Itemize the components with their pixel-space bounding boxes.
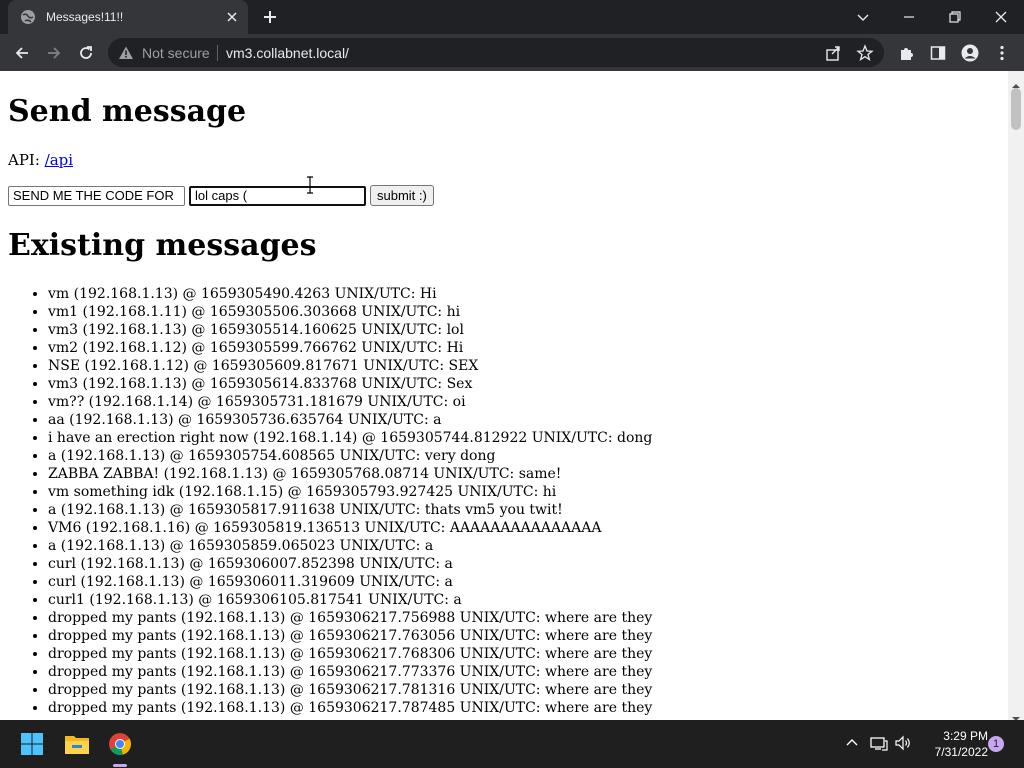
browser-toolbar: Not secure vm3.collabnet.local/ bbox=[0, 34, 1024, 71]
scrollbar-thumb[interactable] bbox=[1011, 88, 1021, 130]
network-icon[interactable] bbox=[870, 734, 888, 752]
address-bar[interactable]: Not secure vm3.collabnet.local/ bbox=[108, 38, 884, 67]
browser-tab[interactable]: Messages!11!! bbox=[8, 0, 248, 34]
security-label[interactable]: Not secure bbox=[142, 45, 210, 61]
list-item: dropped my pants (192.168.1.13) @ 165930… bbox=[48, 627, 652, 645]
globe-icon bbox=[20, 9, 36, 25]
list-item: curl1 (192.168.1.13) @ 1659306105.817541… bbox=[48, 591, 652, 609]
scroll-down-icon[interactable] bbox=[1012, 708, 1020, 721]
chevron-down-icon[interactable] bbox=[854, 8, 872, 26]
message-input[interactable] bbox=[189, 185, 366, 206]
page-viewport: Send message API: /api submit :) Existin… bbox=[0, 71, 1008, 720]
notification-badge[interactable]: 1 bbox=[988, 736, 1004, 752]
list-item: a (192.168.1.13) @ 1659305817.911638 UNI… bbox=[48, 501, 652, 519]
plus-icon[interactable] bbox=[262, 9, 278, 25]
vertical-scrollbar[interactable] bbox=[1008, 71, 1024, 721]
omnibox-divider bbox=[217, 45, 218, 61]
list-item: vm (192.168.1.13) @ 1659305490.4263 UNIX… bbox=[48, 285, 652, 303]
close-icon[interactable] bbox=[224, 9, 240, 25]
list-item: vm1 (192.168.1.11) @ 1659305506.303668 U… bbox=[48, 303, 652, 321]
list-item: curl (192.168.1.13) @ 1659306007.852398 … bbox=[48, 555, 652, 573]
list-item: ZABBA ZABBA! (192.168.1.13) @ 1659305768… bbox=[48, 465, 652, 483]
extensions-icon[interactable] bbox=[896, 43, 916, 63]
clock-time: 3:29 PM bbox=[943, 729, 988, 743]
message-list: vm (192.168.1.13) @ 1659305490.4263 UNIX… bbox=[8, 285, 652, 717]
url-text[interactable]: vm3.collabnet.local/ bbox=[226, 45, 349, 61]
system-clock[interactable]: 3:29 PM 7/31/2022 bbox=[918, 728, 988, 760]
submit-button[interactable]: submit :) bbox=[370, 185, 434, 206]
list-item: aa (192.168.1.13) @ 1659305736.635764 UN… bbox=[48, 411, 652, 429]
restore-icon[interactable] bbox=[946, 8, 964, 26]
browser-title-bar: Messages!11!! bbox=[0, 0, 1024, 34]
list-item: curl (192.168.1.13) @ 1659306011.319609 … bbox=[48, 573, 652, 591]
windows-start-icon[interactable] bbox=[16, 728, 48, 760]
send-form: submit :) bbox=[8, 185, 434, 206]
list-item: i have an erection right now (192.168.1.… bbox=[48, 429, 652, 447]
list-item: vm3 (192.168.1.13) @ 1659305614.833768 U… bbox=[48, 375, 652, 393]
list-item: dropped my pants (192.168.1.13) @ 165930… bbox=[48, 645, 652, 663]
send-message-heading: Send message bbox=[8, 94, 247, 129]
list-item: a (192.168.1.13) @ 1659305859.065023 UNI… bbox=[48, 537, 652, 555]
clock-date: 7/31/2022 bbox=[934, 745, 988, 759]
text-cursor-icon bbox=[305, 176, 315, 194]
close-window-icon[interactable] bbox=[992, 8, 1010, 26]
volume-icon[interactable] bbox=[894, 734, 912, 752]
api-link[interactable]: /api bbox=[45, 151, 73, 169]
list-item: NSE (192.168.1.12) @ 1659305609.817671 U… bbox=[48, 357, 652, 375]
side-panel-icon[interactable] bbox=[928, 43, 948, 63]
list-item: a (192.168.1.13) @ 1659305754.608565 UNI… bbox=[48, 447, 652, 465]
file-explorer-icon[interactable] bbox=[61, 728, 93, 760]
tab-title: Messages!11!! bbox=[46, 10, 124, 24]
forward-icon[interactable] bbox=[44, 43, 64, 63]
api-line: API: /api bbox=[8, 151, 73, 169]
list-item: vm2 (192.168.1.12) @ 1659305599.766762 U… bbox=[48, 339, 652, 357]
share-icon[interactable] bbox=[824, 44, 842, 62]
chrome-icon[interactable] bbox=[104, 728, 136, 760]
warning-icon[interactable] bbox=[118, 45, 134, 61]
list-item: dropped my pants (192.168.1.13) @ 165930… bbox=[48, 609, 652, 627]
reload-icon[interactable] bbox=[76, 43, 96, 63]
windows-taskbar: 3:29 PM 7/31/2022 1 bbox=[0, 720, 1024, 768]
list-item: dropped my pants (192.168.1.13) @ 165930… bbox=[48, 681, 652, 699]
list-item: vm?? (192.168.1.14) @ 1659305731.181679 … bbox=[48, 393, 652, 411]
existing-messages-heading: Existing messages bbox=[8, 228, 317, 263]
list-item: dropped my pants (192.168.1.13) @ 165930… bbox=[48, 699, 652, 717]
back-icon[interactable] bbox=[12, 43, 32, 63]
list-item: vm3 (192.168.1.13) @ 1659305514.160625 U… bbox=[48, 321, 652, 339]
list-item: VM6 (192.168.1.16) @ 1659305819.136513 U… bbox=[48, 519, 652, 537]
menu-icon[interactable] bbox=[992, 43, 1012, 63]
scroll-up-icon[interactable] bbox=[1012, 75, 1020, 88]
star-icon[interactable] bbox=[856, 44, 874, 62]
subject-input[interactable] bbox=[8, 185, 185, 206]
list-item: dropped my pants (192.168.1.13) @ 165930… bbox=[48, 663, 652, 681]
active-app-indicator bbox=[113, 764, 127, 767]
minimize-icon[interactable] bbox=[900, 8, 918, 26]
list-item: vm something idk (192.168.1.15) @ 165930… bbox=[48, 483, 652, 501]
profile-icon[interactable] bbox=[960, 43, 980, 63]
chevron-up-icon[interactable] bbox=[843, 734, 861, 752]
api-label: API: bbox=[8, 151, 40, 169]
